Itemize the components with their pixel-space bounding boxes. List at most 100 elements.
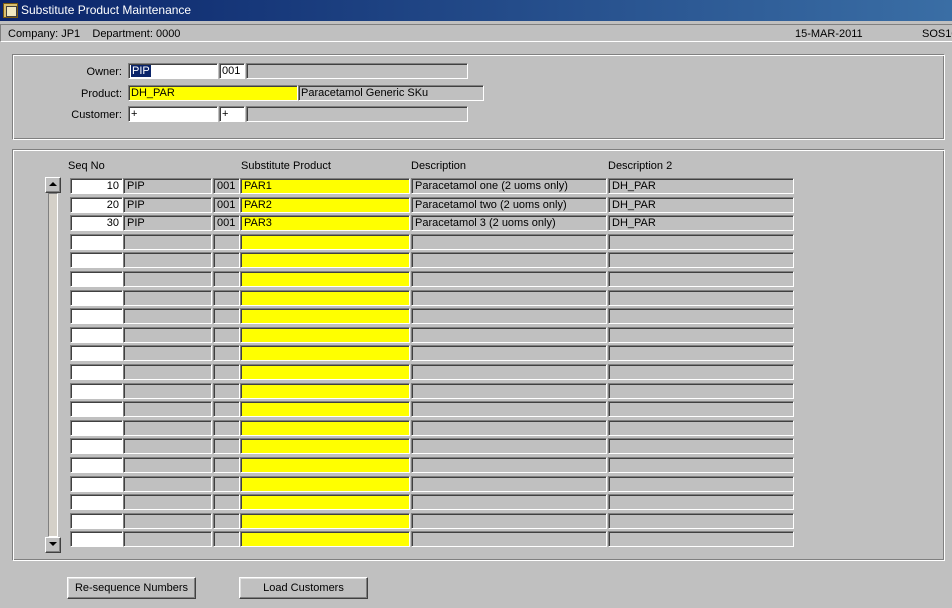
scroll-up-button[interactable] [45,177,61,193]
owner-code-cell[interactable] [213,252,240,268]
description-cell[interactable] [411,234,607,250]
description2-cell[interactable] [608,364,794,380]
owner-cell[interactable] [123,420,212,436]
description2-cell[interactable] [608,345,794,361]
owner-cell[interactable]: PIP [123,215,212,231]
description-cell[interactable] [411,364,607,380]
substitute-product-cell[interactable] [240,290,410,306]
seq-cell[interactable] [70,476,123,492]
owner-cell[interactable] [123,476,212,492]
owner-cell[interactable] [123,401,212,417]
owner-code-cell[interactable] [213,438,240,454]
owner-code-cell[interactable] [213,494,240,510]
seq-cell[interactable] [70,252,123,268]
load-customers-button[interactable]: Load Customers [239,577,368,599]
description-cell[interactable] [411,290,607,306]
seq-cell[interactable] [70,345,123,361]
seq-cell[interactable]: 30 [70,215,123,231]
description2-cell[interactable] [608,476,794,492]
substitute-product-cell[interactable] [240,438,410,454]
seq-cell[interactable] [70,308,123,324]
description2-cell[interactable] [608,234,794,250]
seq-cell[interactable] [70,290,123,306]
description-cell[interactable] [411,345,607,361]
owner-code-cell[interactable] [213,420,240,436]
owner-cell[interactable] [123,438,212,454]
product-input[interactable]: DH_PAR [128,85,298,101]
seq-cell[interactable] [70,494,123,510]
owner-cell[interactable] [123,327,212,343]
owner-cell[interactable] [123,252,212,268]
owner-cell[interactable] [123,345,212,361]
seq-cell[interactable] [70,438,123,454]
owner-cell[interactable] [123,513,212,529]
description-cell[interactable] [411,401,607,417]
seq-cell[interactable] [70,531,123,547]
substitute-product-cell[interactable] [240,476,410,492]
description2-cell[interactable] [608,308,794,324]
owner-code-cell[interactable] [213,364,240,380]
description2-cell[interactable] [608,401,794,417]
owner-code-cell[interactable]: 001 [213,197,240,213]
owner-cell[interactable]: PIP [123,178,212,194]
owner-cell[interactable] [123,531,212,547]
description-cell[interactable] [411,494,607,510]
owner-code-cell[interactable] [213,327,240,343]
owner-cell[interactable] [123,457,212,473]
description2-cell[interactable]: DH_PAR [608,215,794,231]
owner-code-cell[interactable] [213,345,240,361]
owner-code-cell[interactable] [213,457,240,473]
description-cell[interactable] [411,513,607,529]
seq-cell[interactable] [70,420,123,436]
substitute-product-cell[interactable] [240,308,410,324]
owner-code-input[interactable]: 001 [219,63,245,79]
description2-cell[interactable] [608,383,794,399]
description2-cell[interactable] [608,252,794,268]
description2-cell[interactable] [608,438,794,454]
scroll-down-button[interactable] [45,537,61,553]
substitute-product-cell[interactable] [240,345,410,361]
seq-cell[interactable]: 10 [70,178,123,194]
description2-cell[interactable] [608,420,794,436]
substitute-product-cell[interactable] [240,271,410,287]
description2-cell[interactable]: DH_PAR [608,197,794,213]
owner-code-cell[interactable] [213,476,240,492]
description-cell[interactable] [411,252,607,268]
description-cell[interactable] [411,327,607,343]
owner-cell[interactable]: PIP [123,197,212,213]
substitute-product-cell[interactable] [240,401,410,417]
description-cell[interactable] [411,308,607,324]
seq-cell[interactable] [70,401,123,417]
description2-cell[interactable] [608,531,794,547]
substitute-product-cell[interactable] [240,494,410,510]
owner-code-cell[interactable] [213,531,240,547]
description-cell[interactable]: Paracetamol 3 (2 uoms only) [411,215,607,231]
owner-code-cell[interactable]: 001 [213,215,240,231]
substitute-product-cell[interactable] [240,327,410,343]
owner-cell[interactable] [123,494,212,510]
table-scrollbar[interactable] [45,177,61,553]
substitute-product-cell[interactable] [240,531,410,547]
seq-cell[interactable] [70,457,123,473]
substitute-product-cell[interactable]: PAR2 [240,197,410,213]
owner-cell[interactable] [123,308,212,324]
owner-code-cell[interactable] [213,308,240,324]
description-cell[interactable] [411,271,607,287]
description-cell[interactable] [411,476,607,492]
description-cell[interactable] [411,457,607,473]
description-cell[interactable] [411,383,607,399]
description-cell[interactable] [411,420,607,436]
substitute-product-cell[interactable]: PAR3 [240,215,410,231]
seq-cell[interactable] [70,234,123,250]
owner-code-cell[interactable] [213,383,240,399]
description2-cell[interactable] [608,494,794,510]
substitute-product-cell[interactable] [240,420,410,436]
owner-code-cell[interactable] [213,513,240,529]
substitute-product-cell[interactable] [240,383,410,399]
description2-cell[interactable] [608,457,794,473]
owner-cell[interactable] [123,271,212,287]
description-cell[interactable]: Paracetamol two (2 uoms only) [411,197,607,213]
substitute-product-cell[interactable] [240,364,410,380]
seq-cell[interactable] [70,383,123,399]
owner-code-cell[interactable] [213,290,240,306]
